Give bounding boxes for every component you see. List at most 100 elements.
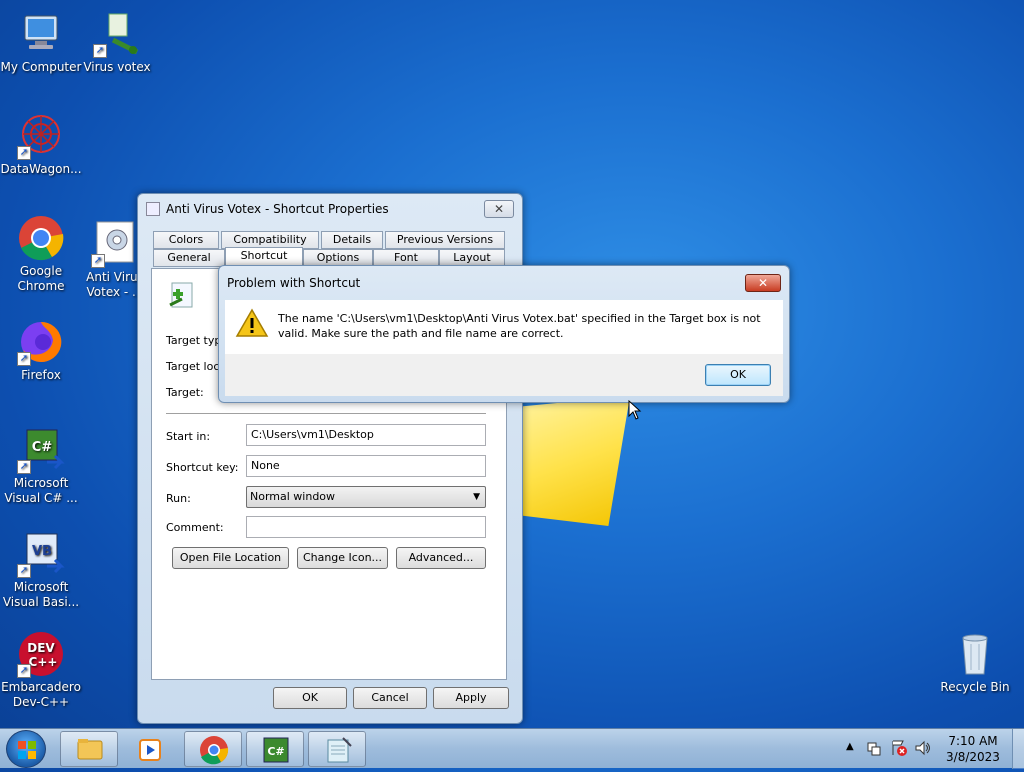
csharp-icon: C# ➚ xyxy=(17,426,65,474)
start-button[interactable] xyxy=(6,730,46,768)
network-icon[interactable] xyxy=(866,739,882,760)
desktop-icon-firefox[interactable]: ➚ Firefox xyxy=(0,318,82,383)
comment-field[interactable] xyxy=(246,516,486,538)
cancel-button[interactable]: Cancel xyxy=(353,687,427,709)
desktop-icon-google-chrome[interactable]: Google Chrome xyxy=(0,214,82,294)
properties-title: Anti Virus Votex - Shortcut Properties xyxy=(166,202,389,216)
close-icon: ✕ xyxy=(757,276,769,290)
shortcut-arrow-icon: ➚ xyxy=(93,10,141,58)
desktop-icon-my-computer[interactable]: My Computer xyxy=(0,10,82,75)
clock-date: 3/8/2023 xyxy=(946,750,1000,764)
tab-general[interactable]: General xyxy=(153,249,225,267)
target-label: Target: xyxy=(166,386,204,399)
computer-icon xyxy=(17,10,65,58)
shortcut-properties-icon xyxy=(146,202,160,216)
chrome-icon xyxy=(200,736,229,765)
shortcut-key-field[interactable]: None xyxy=(246,455,486,477)
network-icon: ➚ xyxy=(17,112,65,160)
error-dialog-footer xyxy=(225,354,783,396)
desktop-icon-label: DataWagon... xyxy=(0,162,82,176)
desktop-icon-visual-basic[interactable]: VB ➚ Microsoft Visual Basi... xyxy=(0,530,82,610)
taskbar-chrome[interactable] xyxy=(184,731,242,767)
separator xyxy=(166,413,486,414)
run-select[interactable]: Normal window ▼ xyxy=(246,486,486,508)
run-label: Run: xyxy=(166,492,191,505)
mouse-cursor xyxy=(628,399,642,420)
shortcut-file-icon xyxy=(166,279,198,311)
desktop-icon-visual-csharp[interactable]: C# ➚ Microsoft Visual C# ... xyxy=(0,426,82,506)
desktop-icon-recycle-bin[interactable]: Recycle Bin xyxy=(934,630,1016,695)
taskbar-explorer[interactable] xyxy=(60,731,118,767)
advanced-button[interactable]: Advanced... xyxy=(396,547,486,569)
shortcut-overlay-icon: ➚ xyxy=(17,146,31,160)
desktop-icon-datawagon[interactable]: ➚ DataWagon... xyxy=(0,112,82,177)
error-dialog-titlebar[interactable]: Problem with Shortcut ✕ xyxy=(219,266,789,300)
desktop-icon-devcpp[interactable]: DEV C++ ➚ Embarcadero Dev-C++ xyxy=(0,630,82,710)
comment-label: Comment: xyxy=(166,521,224,534)
close-icon: ✕ xyxy=(493,202,505,216)
shortcut-overlay-icon: ➚ xyxy=(17,564,31,578)
desktop-icon-label: Google Chrome xyxy=(17,264,65,293)
problem-with-shortcut-dialog: Problem with Shortcut ✕ The name 'C:\Use… xyxy=(218,265,790,403)
clock-time: 7:10 AM xyxy=(948,734,998,748)
desktop-icon-label: Microsoft Visual Basi... xyxy=(2,580,80,609)
shortcut-key-label: Shortcut key: xyxy=(166,461,239,474)
close-button[interactable]: ✕ xyxy=(745,274,781,292)
desktop-icon-label: Virus votex xyxy=(83,60,151,74)
warning-icon xyxy=(235,308,269,338)
wallpaper-logo xyxy=(522,396,630,526)
firefox-icon: ➚ xyxy=(17,318,65,366)
media-player-icon xyxy=(139,739,161,761)
shortcut-overlay-icon: ➚ xyxy=(91,254,105,268)
shortcut-overlay-icon: ➚ xyxy=(17,460,31,474)
tab-shortcut[interactable]: Shortcut xyxy=(225,247,303,267)
tab-colors[interactable]: Colors xyxy=(153,231,219,249)
ok-button[interactable]: OK xyxy=(273,687,347,709)
properties-titlebar[interactable]: Anti Virus Votex - Shortcut Properties ✕ xyxy=(138,194,522,224)
start-in-field[interactable]: C:\Users\vm1\Desktop xyxy=(246,424,486,446)
run-select-value: Normal window xyxy=(250,490,336,503)
desktop-icon-label: Recycle Bin xyxy=(940,680,1010,694)
start-in-label: Start in: xyxy=(166,430,211,443)
action-center-icon[interactable] xyxy=(890,739,908,760)
tab-details[interactable]: Details xyxy=(321,231,383,249)
taskbar-visual-csharp[interactable]: C# xyxy=(246,731,304,767)
error-ok-button[interactable]: OK xyxy=(705,364,771,386)
windows-logo-icon xyxy=(18,741,36,759)
show-desktop-button[interactable] xyxy=(1012,729,1024,769)
devcpp-icon: DEV C++ ➚ xyxy=(17,630,65,678)
taskbar-media-player[interactable] xyxy=(121,731,179,767)
desktop-icon-label: Firefox xyxy=(21,368,61,382)
open-file-location-button[interactable]: Open File Location xyxy=(172,547,289,569)
error-dialog-title: Problem with Shortcut xyxy=(227,276,361,290)
show-hidden-icons-button[interactable]: ▲ xyxy=(846,741,854,752)
taskbar: C# ▲ 7:10 AM 3/8/2023 xyxy=(0,728,1024,769)
close-button[interactable]: ✕ xyxy=(484,200,514,218)
volume-icon[interactable] xyxy=(914,739,932,760)
chevron-down-icon: ▼ xyxy=(473,492,480,502)
chrome-icon xyxy=(17,214,65,262)
recycle-bin-icon xyxy=(951,630,999,678)
gear-shortcut-icon: ➚ xyxy=(91,220,139,268)
folder-icon xyxy=(77,739,103,760)
csharp-icon: C# xyxy=(263,737,289,763)
error-message-line-2: valid. Make sure the path and file name … xyxy=(278,327,564,340)
tab-previous-versions[interactable]: Previous Versions xyxy=(385,231,505,249)
desktop-icon-label: My Computer xyxy=(0,60,82,74)
svg-text:C++: C++ xyxy=(29,655,58,669)
svg-text:C#: C# xyxy=(32,440,53,455)
shortcut-overlay-icon: ➚ xyxy=(93,44,107,58)
svg-text:C#: C# xyxy=(267,745,284,758)
taskbar-notepad[interactable] xyxy=(308,731,366,767)
notepad-icon xyxy=(327,737,352,763)
clock[interactable]: 7:10 AM 3/8/2023 xyxy=(940,733,1006,765)
change-icon-button[interactable]: Change Icon... xyxy=(297,547,388,569)
desktop-icon-virus-votex[interactable]: ➚ Virus votex xyxy=(76,10,158,75)
svg-text:DEV: DEV xyxy=(27,641,55,655)
error-message: The name 'C:\Users\vm1\Desktop\Anti Viru… xyxy=(278,311,778,341)
svg-text:VB: VB xyxy=(32,544,52,559)
apply-button[interactable]: Apply xyxy=(433,687,509,709)
shortcut-overlay-icon: ➚ xyxy=(17,352,31,366)
shortcut-overlay-icon: ➚ xyxy=(17,664,31,678)
vb-icon: VB ➚ xyxy=(17,530,65,578)
